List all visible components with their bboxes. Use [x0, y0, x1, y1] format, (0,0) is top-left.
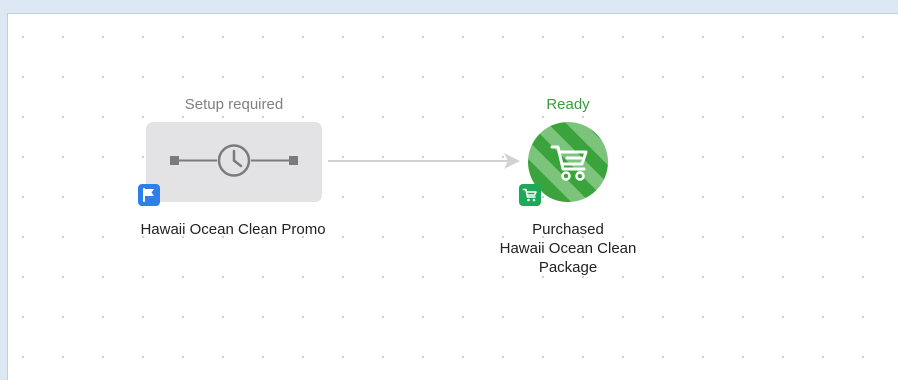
timer-node[interactable]	[146, 122, 322, 202]
node-label-purchase: Purchased Hawaii Ocean Clean Package	[468, 220, 668, 277]
node-label-line: Purchased	[532, 221, 604, 238]
node-status-setup: Setup required	[184, 96, 284, 113]
node-status-ready: Ready	[546, 96, 590, 113]
node-label-promo: Hawaii Ocean Clean Promo	[140, 221, 326, 238]
node-label-line: Hawaii Ocean Clean	[499, 240, 637, 257]
timer-clock-icon	[170, 144, 298, 177]
flag-icon	[138, 184, 160, 206]
shopping-cart-badge-icon	[519, 184, 541, 206]
arrow-right-icon	[328, 153, 520, 169]
node-label-line: Package	[538, 259, 598, 276]
